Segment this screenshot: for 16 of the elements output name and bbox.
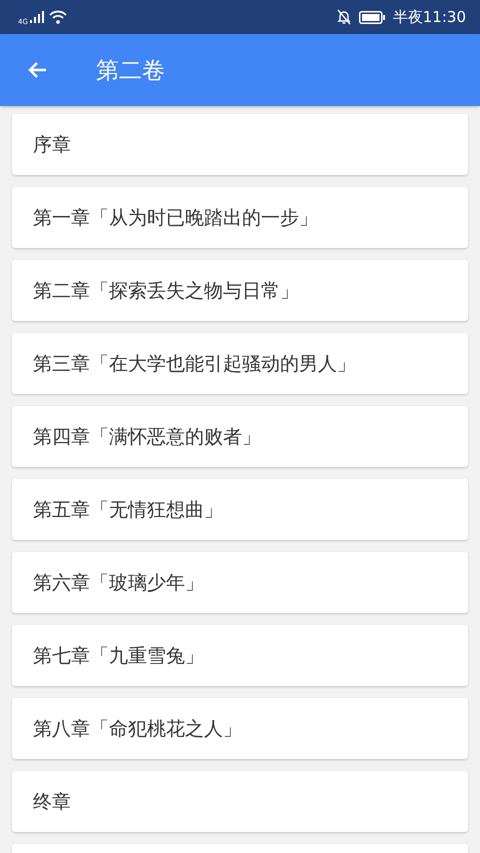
chapter-item[interactable]: 第二章「探索丢失之物与日常」 [12,260,468,321]
chapter-item[interactable]: 第一章「从为时已晚踏出的一步」 [12,187,468,248]
bell-off-icon [336,9,351,25]
clock: 半夜11:30 [392,8,466,26]
chapter-item[interactable]: 第五章「无情狂想曲」 [12,479,468,540]
chapter-item[interactable]: 第八章「命犯桃花之人」 [12,698,468,759]
chapter-item[interactable]: 第三章「在大学也能引起骚动的男人」 [12,333,468,394]
chapter-item[interactable]: 第七章「九重雪兔」 [12,625,468,686]
chapter-item[interactable]: 序章 [12,114,468,175]
chapter-item[interactable]: 终章 [12,771,468,832]
page-title: 第二卷 [96,56,165,86]
chapter-item[interactable]: 第四章「满怀恶意的败者」 [12,406,468,467]
wifi-icon [48,10,67,24]
chapter-item[interactable]: 第六章「玻璃少年」 [12,552,468,613]
signal-icon [30,11,44,23]
battery-icon [358,10,385,24]
